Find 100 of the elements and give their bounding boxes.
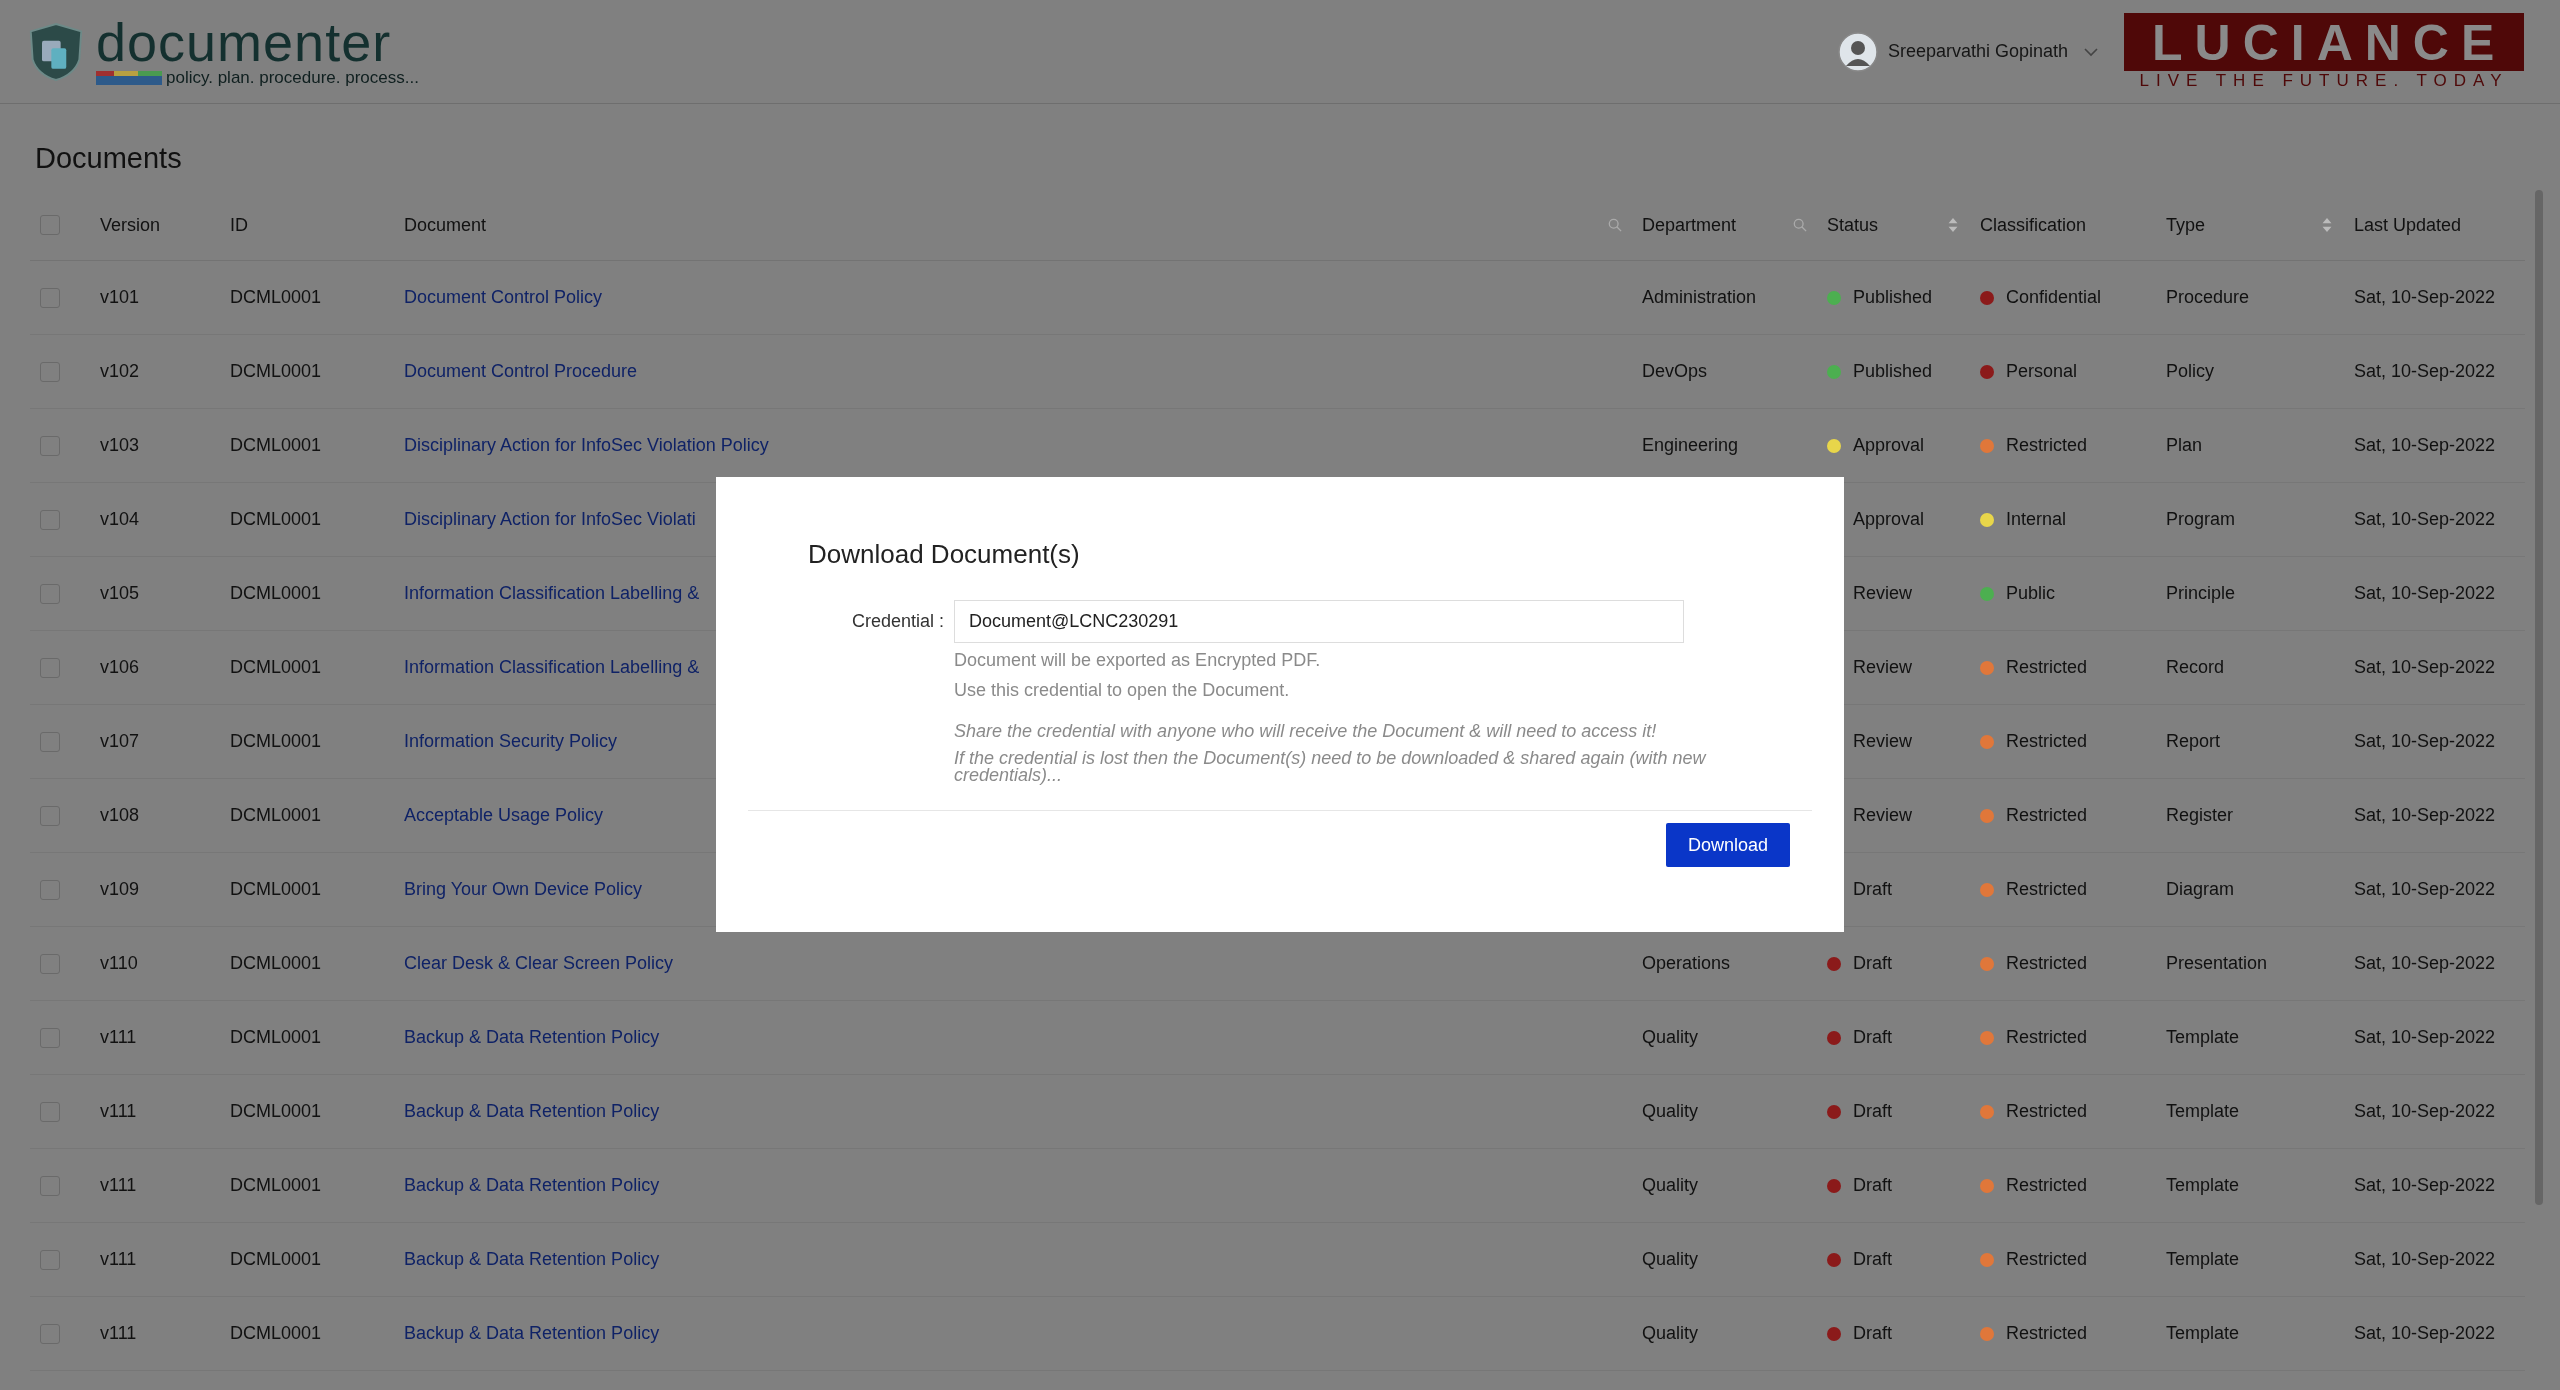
date-cell: Sat, 10-Sep-2022 [2354,1175,2496,1196]
date-cell: Sat, 10-Sep-2022 [2354,509,2496,530]
status-label: Review [1853,583,1913,604]
document-link[interactable]: Information Classification Labelling & [404,583,700,604]
department-cell: Quality [1642,1175,1699,1196]
type-cell: Template [2166,1249,2240,1270]
document-link[interactable]: Backup & Data Retention Policy [404,1249,660,1270]
dialog-title: Download Document(s) [808,539,1081,570]
classification-label: Personal [2006,361,2078,382]
type-cell: Template [2166,1027,2240,1048]
date-cell: Sat, 10-Sep-2022 [2354,1323,2496,1344]
department-cell: Quality [1642,1323,1699,1344]
version-cell: v103 [100,435,140,456]
id-cell: DCML0001 [230,879,322,900]
field-label: Credential : [850,611,944,632]
date-cell: Sat, 10-Sep-2022 [2354,1027,2496,1048]
type-cell: Presentation [2166,953,2268,974]
id-cell: DCML0001 [230,1175,322,1196]
version-cell: v104 [100,509,140,530]
classification-label: Restricted [2006,879,2088,900]
column-header: Classification [1980,214,2087,236]
document-link[interactable]: Information Classification Labelling & [404,657,700,678]
scrollbar[interactable] [2535,190,2543,1205]
document-link[interactable]: Disciplinary Action for InfoSec Violati [404,509,696,530]
type-cell: Diagram [2166,879,2235,900]
document-link[interactable]: Information Security Policy [404,731,618,752]
column-header: Last Updated [2354,214,2462,236]
search-icon[interactable] [1608,217,1622,233]
date-cell: Sat, 10-Sep-2022 [2354,657,2496,678]
version-cell: v111 [100,1249,137,1270]
document-link[interactable]: Backup & Data Retention Policy [404,1027,660,1048]
classification-label: Confidential [2006,287,2102,308]
id-cell: DCML0001 [230,509,322,530]
status-label: Approval [1853,435,1925,456]
document-link[interactable]: Document Control Procedure [404,361,638,382]
id-cell: DCML0001 [230,361,322,382]
status-label: Draft [1853,1323,1892,1344]
avatar-icon [1837,31,1878,72]
department-cell: Quality [1642,1249,1699,1270]
document-link[interactable]: Backup & Data Retention Policy [404,1101,660,1122]
document-link[interactable]: Backup & Data Retention Policy [404,1175,660,1196]
department-cell: Quality [1642,1101,1699,1122]
type-cell: Template [2166,1175,2240,1196]
version-cell: v108 [100,805,140,826]
type-cell: Report [2166,731,2221,752]
id-cell: DCML0001 [230,731,322,752]
logo-tagline: policy. plan. procedure. process... [166,67,419,88]
user-menu[interactable]: Sreeparvathi Gopinath [1837,31,2098,72]
sort-icon[interactable] [1946,217,1960,233]
classification-label: Restricted [2006,1323,2088,1344]
date-cell: Sat, 10-Sep-2022 [2354,953,2496,974]
status-label: Draft [1853,879,1892,900]
document-link[interactable]: Acceptable Usage Policy [404,805,604,826]
brand-tagline: LIVE THE FUTURE. TODAY [2139,70,2509,91]
status-label: Draft [1853,953,1892,974]
date-cell: Sat, 10-Sep-2022 [2354,805,2496,826]
classification-label: Restricted [2006,1101,2088,1122]
id-cell: DCML0001 [230,953,322,974]
id-cell: DCML0001 [230,583,322,604]
id-cell: DCML0001 [230,1323,322,1344]
date-cell: Sat, 10-Sep-2022 [2354,1249,2496,1270]
note-text: Document will be exported as Encrypted PDF. [954,649,1322,671]
department-cell: Administration [1642,287,1757,308]
type-cell: Plan [2166,435,2203,456]
classification-label: Internal [2006,509,2067,530]
brand-logo: LUCIANCE [2124,12,2524,71]
document-link[interactable]: Clear Desk & Clear Screen Policy [404,953,674,974]
stripe-bar-icon [96,70,162,85]
classification-label: Restricted [2006,657,2088,678]
classification-label: Restricted [2006,1249,2088,1270]
type-cell: Template [2166,1323,2240,1344]
type-cell: Procedure [2166,287,2250,308]
status-label: Draft [1853,1027,1892,1048]
status-label: Review [1853,657,1913,678]
id-cell: DCML0001 [230,1101,322,1122]
download-button[interactable]: Download [1665,823,1790,867]
version-cell: v110 [100,953,138,974]
document-link[interactable]: Disciplinary Action for InfoSec Violation Policy [404,435,769,456]
status-label: Draft [1853,1175,1892,1196]
department-cell: Engineering [1642,435,1739,456]
logo-name: documenter [96,15,393,68]
column-header: ID [230,214,248,236]
shield-logo-icon [28,21,84,82]
date-cell: Sat, 10-Sep-2022 [2354,731,2496,752]
document-link[interactable]: Document Control Policy [404,287,603,308]
version-cell: v102 [100,361,140,382]
version-cell: v106 [100,657,140,678]
column-header: Document [404,214,487,236]
version-cell: v105 [100,583,140,604]
version-cell: v111 [100,1323,137,1344]
search-icon[interactable] [1793,217,1807,233]
status-label: Review [1853,731,1913,752]
document-link[interactable]: Bring Your Own Device Policy [404,879,643,900]
date-cell: Sat, 10-Sep-2022 [2354,583,2496,604]
classification-label: Public [2006,583,2056,604]
sort-icon[interactable] [2320,217,2334,233]
credential-field[interactable]: Document@LCNC230291 [954,600,1684,643]
date-cell: Sat, 10-Sep-2022 [2354,879,2496,900]
document-link[interactable]: Backup & Data Retention Policy [404,1323,660,1344]
id-cell: DCML0001 [230,805,322,826]
